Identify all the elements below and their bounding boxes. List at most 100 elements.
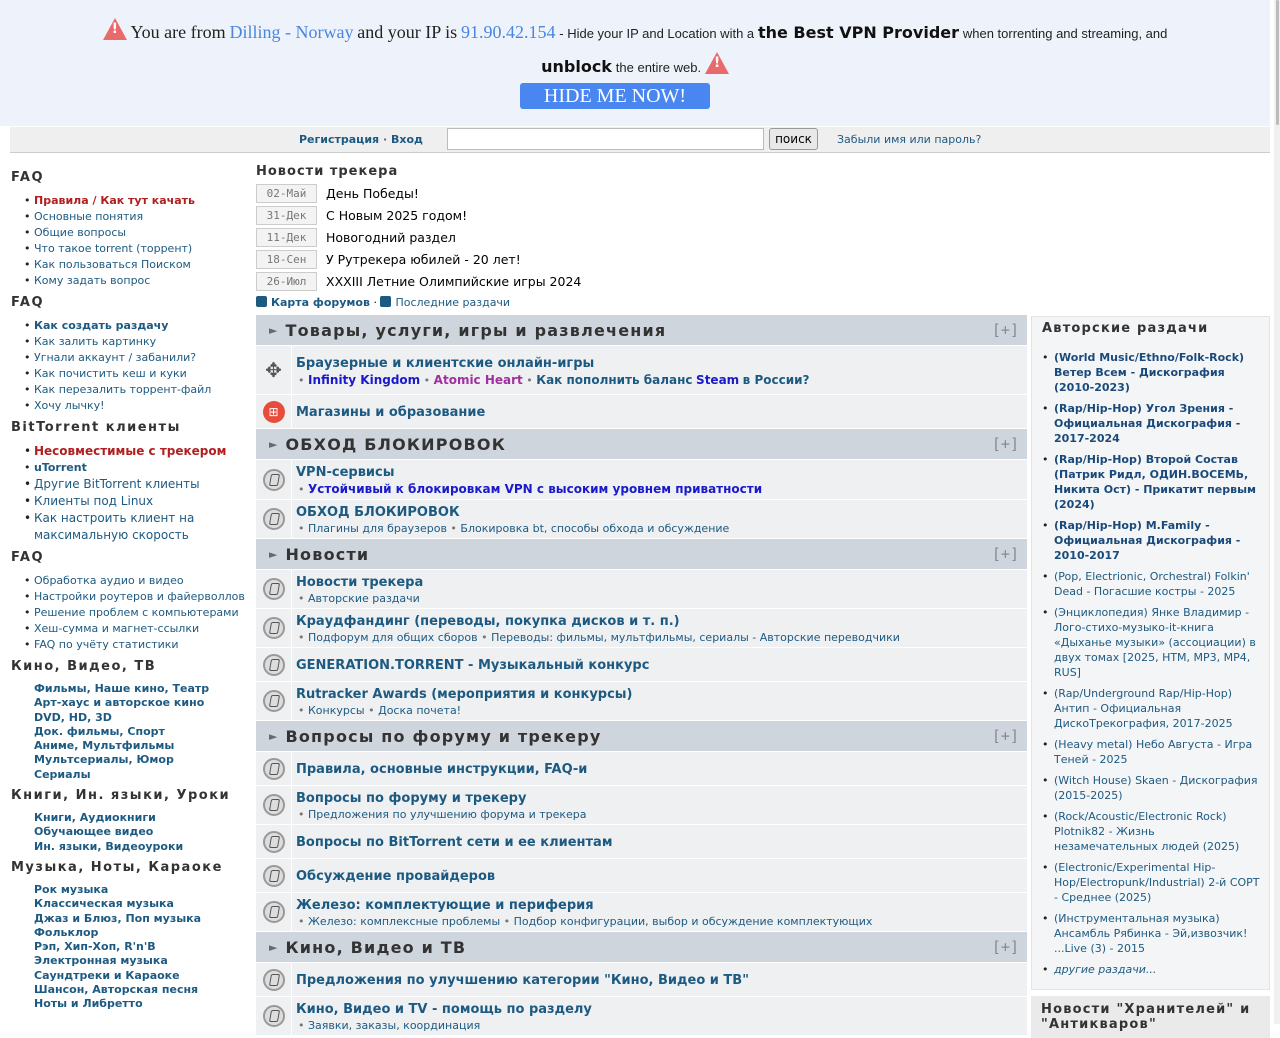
author-release-link[interactable]: (Rap/Hip-Hop) Угол Зрения - Официальная … — [1054, 402, 1240, 445]
sidebar-link[interactable]: Фольклор — [34, 926, 98, 939]
expand-toggle[interactable]: [+] — [992, 321, 1019, 339]
expand-toggle[interactable]: [+] — [992, 435, 1019, 453]
forum-title[interactable]: Магазины и образование — [296, 405, 485, 420]
sidebar-link[interactable]: Док. фильмы, Спорт — [34, 725, 165, 738]
forum-title[interactable]: Вопросы по BitTorrent сети и ее клиентам — [296, 835, 612, 850]
author-release-link[interactable]: (World Music/Ethno/Folk-Rock) Ветер Всем… — [1054, 351, 1244, 394]
sidebar-link[interactable]: Как настроить клиент на максимальную ско… — [34, 511, 194, 542]
forum-title[interactable]: Вопросы по форуму и трекеру — [296, 791, 587, 806]
news-link[interactable]: Новогодний раздел — [326, 230, 456, 245]
forum-title[interactable]: Кино, Видео и TV - помощь по разделу — [296, 1002, 592, 1017]
sidebar-link[interactable]: Настройки роутеров и файерволлов — [34, 590, 245, 603]
subforum-link[interactable]: Steam — [696, 373, 739, 387]
sidebar-link[interactable]: Кому задать вопрос — [34, 274, 150, 287]
sidebar-link[interactable]: Мультсериалы, Юмор — [34, 753, 174, 766]
forum-title[interactable]: Правила, основные инструкции, FAQ-и — [296, 762, 587, 777]
expand-arrow-icon[interactable]: ► — [269, 324, 277, 337]
sidebar-link[interactable]: Как создать раздачу — [34, 319, 168, 332]
category-title[interactable]: Товары, услуги, игры и развлечения — [285, 321, 666, 340]
sidebar-link[interactable]: Шансон, Авторская песня — [34, 983, 198, 996]
forum-title[interactable]: Железо: комплектующие и периферия — [296, 898, 872, 913]
subforum-link[interactable]: Плагины для браузеров — [308, 522, 447, 535]
sidebar-link[interactable]: Как почистить кеш и куки — [34, 367, 187, 380]
author-release-link[interactable]: (Энциклопедия) Янке Владимир - Лого-стих… — [1054, 606, 1256, 679]
subforum-link[interactable]: Предложения по улучшению форума и трекер… — [308, 808, 587, 821]
sidebar-link[interactable]: Как перезалить торрент-файл — [34, 383, 211, 396]
subforum-link[interactable]: Доска почета! — [378, 704, 461, 717]
category-header[interactable]: ► ОБХОД БЛОКИРОВОК [+] — [256, 429, 1027, 459]
subforum-link[interactable]: Железо: комплексные проблемы — [308, 915, 500, 928]
subforum-link[interactable]: Infinity Kingdom — [308, 373, 420, 387]
search-button[interactable]: поиск — [769, 128, 818, 150]
category-header[interactable]: ► Кино, Видео и ТВ [+] — [256, 932, 1027, 962]
news-link[interactable]: С Новым 2025 годом! — [326, 208, 467, 223]
sidebar-link[interactable]: Джаз и Блюз, Поп музыка — [34, 912, 201, 925]
author-release-link[interactable]: (Инструментальная музыка) Ансамбль Рябин… — [1054, 912, 1247, 955]
sidebar-link[interactable]: Правила / Как тут качать — [34, 194, 195, 207]
author-release-link[interactable]: (Rap/Hip-Hop) M.Family - Официальная Дис… — [1054, 519, 1240, 562]
category-title[interactable]: Вопросы по форуму и трекеру — [285, 727, 601, 746]
category-title[interactable]: ОБХОД БЛОКИРОВОК — [285, 435, 506, 454]
subforum-link[interactable]: Подфорум для общих сборов — [308, 631, 478, 644]
expand-toggle[interactable]: [+] — [992, 727, 1019, 745]
category-header[interactable]: ► Вопросы по форуму и трекеру [+] — [256, 721, 1027, 751]
hide-me-now-button[interactable]: HIDE ME NOW! — [520, 83, 710, 109]
subforum-link[interactable]: Atomic Heart — [434, 373, 523, 387]
subforum-link[interactable]: Авторские раздачи — [308, 592, 420, 605]
login-link[interactable]: Вход — [391, 133, 423, 146]
subforum-link[interactable]: Устойчивый к блокировкам VPN с высоким у… — [308, 482, 762, 496]
subforum-link[interactable]: Переводы: фильмы, мультфильмы, сериалы -… — [491, 631, 900, 644]
sidebar-link[interactable]: Обучающее видео — [34, 825, 153, 838]
author-release-link[interactable]: (Pop, Electrionic, Orchestral) Folkin' D… — [1054, 570, 1250, 598]
forum-title[interactable]: Предложения по улучшению категории "Кино… — [296, 973, 749, 988]
forum-title[interactable]: Rutracker Awards (мероприятия и конкурсы… — [296, 687, 633, 702]
sidebar-link[interactable]: Как залить картинку — [34, 335, 156, 348]
sidebar-link[interactable]: Ноты и Либретто — [34, 997, 143, 1010]
category-title[interactable]: Кино, Видео и ТВ — [285, 938, 466, 957]
latest-releases-link[interactable]: Последние раздачи — [395, 296, 510, 309]
login-input[interactable] — [447, 128, 764, 150]
category-header[interactable]: ► Новости [+] — [256, 539, 1027, 569]
news-link[interactable]: XXXIII Летние Олимпийские игры 2024 — [326, 274, 581, 289]
scrollbar[interactable] — [1274, 0, 1280, 1024]
expand-arrow-icon[interactable]: ► — [269, 941, 277, 954]
subforum-link[interactable]: Конкурсы — [308, 704, 365, 717]
category-title[interactable]: Новости — [285, 545, 369, 564]
author-release-link[interactable]: (Witch House) Skaen - Дискография (2015-… — [1054, 774, 1258, 802]
sidebar-link[interactable]: Хеш-сумма и магнет-ссылки — [34, 622, 199, 635]
subforum-link[interactable]: в России? — [743, 373, 810, 387]
scrollbar-thumb[interactable] — [1276, 0, 1279, 125]
register-link[interactable]: Регистрация — [299, 133, 379, 146]
sidebar-link[interactable]: Другие BitTorrent клиенты — [34, 477, 200, 491]
sidebar-link[interactable]: Саундтреки и Караоке — [34, 969, 180, 982]
forum-title[interactable]: Краудфандинг (переводы, покупка дисков и… — [296, 614, 900, 629]
sidebar-link[interactable]: Арт-хаус и авторское кино — [34, 696, 204, 709]
category-header[interactable]: ► Товары, услуги, игры и развлечения [+] — [256, 315, 1027, 345]
sidebar-link[interactable]: uTorrent — [34, 461, 87, 474]
forum-map-link[interactable]: Карта форумов — [271, 296, 370, 309]
forum-title[interactable]: Браузерные и клиентские онлайн-игры — [296, 356, 810, 371]
sidebar-link[interactable]: Угнали аккаунт / забанили? — [34, 351, 196, 364]
forum-title[interactable]: Новости трекера — [296, 575, 423, 590]
sidebar-link[interactable]: Рок музыка — [34, 883, 108, 896]
expand-arrow-icon[interactable]: ► — [269, 548, 277, 561]
subforum-link[interactable]: Заявки, заказы, координация — [308, 1019, 480, 1032]
author-release-link[interactable]: (Electronic/Experimental Hip-Hop/Electro… — [1054, 861, 1260, 904]
sidebar-link[interactable]: Классическая музыка — [34, 897, 174, 910]
sidebar-link[interactable]: Решение проблем с компьютерами — [34, 606, 239, 619]
sidebar-link[interactable]: DVD, HD, 3D — [34, 711, 112, 724]
author-release-link[interactable]: (Rap/Underground Rap/Hip-Hop) Антип - Оф… — [1054, 687, 1233, 730]
sidebar-link[interactable]: Ин. языки, Видеоуроки — [34, 840, 183, 853]
expand-toggle[interactable]: [+] — [992, 545, 1019, 563]
expand-arrow-icon[interactable]: ► — [269, 730, 277, 743]
sidebar-link[interactable]: Основные понятия — [34, 210, 143, 223]
sidebar-link[interactable]: Несовместимые с трекером — [34, 444, 226, 458]
sidebar-link[interactable]: Что такое torrent (торрент) — [34, 242, 192, 255]
subforum-link[interactable]: Подбор конфигурации, выбор и обсуждение … — [514, 915, 873, 928]
forum-title[interactable]: ОБХОД БЛОКИРОВОК — [296, 505, 729, 520]
sidebar-link[interactable]: Хочу лычку! — [34, 399, 105, 412]
sidebar-link[interactable]: Клиенты под Linux — [34, 494, 153, 508]
sidebar-link[interactable]: Обработка аудио и видео — [34, 574, 184, 587]
expand-toggle[interactable]: [+] — [992, 938, 1019, 956]
news-link[interactable]: День Победы! — [326, 186, 419, 201]
